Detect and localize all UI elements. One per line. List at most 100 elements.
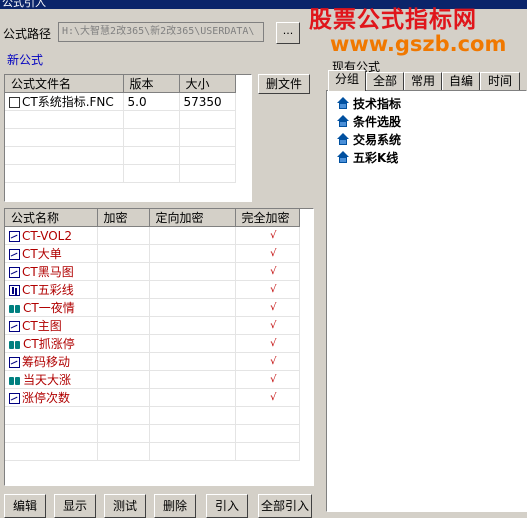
table-row[interactable]: CT系统指标.FNC 5.0 57350 (5, 92, 236, 111)
full-encrypt-check[interactable]: √ (235, 316, 300, 335)
path-label: 公式路径 (3, 27, 52, 41)
directed-encrypt-cell[interactable] (149, 262, 236, 281)
formula-name-cell: CT-VOL2 (5, 226, 98, 245)
tab-all[interactable]: 全部 (366, 72, 404, 90)
formula-name-cell: CT五彩线 (5, 280, 98, 299)
formula-name: 当天大涨 (23, 373, 72, 387)
tree-item-label: 五彩K线 (353, 151, 399, 165)
table-row[interactable]: 当天大涨 √ (5, 370, 300, 389)
full-encrypt-check[interactable]: √ (235, 226, 300, 245)
tree-item-stock-select[interactable]: 条件选股 (337, 113, 401, 131)
full-encrypt-check[interactable]: √ (235, 244, 300, 263)
tree-item-technical[interactable]: 技术指标 (337, 95, 401, 113)
directed-encrypt-cell[interactable] (149, 352, 236, 371)
col-directed-encrypt[interactable]: 定向加密 (149, 209, 236, 227)
formula-name-cell: CT黑马图 (5, 262, 98, 281)
full-encrypt-check[interactable]: √ (235, 388, 300, 407)
full-encrypt-check[interactable]: √ (235, 370, 300, 389)
file-name: CT系统指标.FNC (22, 95, 114, 109)
folder-icon (337, 97, 349, 109)
tree-item-label: 条件选股 (353, 115, 402, 129)
directed-encrypt-cell[interactable] (149, 298, 236, 317)
tab-custom[interactable]: 自编 (442, 72, 480, 90)
full-encrypt-check[interactable]: √ (235, 298, 300, 317)
tab-strip: 分组 全部 常用 自编 时间 (326, 70, 527, 91)
folder-icon (337, 115, 349, 127)
encrypt-cell[interactable] (97, 226, 150, 245)
binoculars-icon (9, 339, 21, 350)
new-formula-group-title: 新公式 (5, 51, 46, 68)
formula-name: 涨停次数 (22, 391, 71, 405)
formula-name: CT大单 (22, 247, 62, 261)
chart-icon (9, 357, 20, 368)
directed-encrypt-cell[interactable] (149, 316, 236, 335)
table-row[interactable]: CT-VOL2 √ (5, 226, 300, 245)
import-button[interactable]: 引入 (206, 494, 248, 518)
formula-name-cell: 筹码移动 (5, 352, 98, 371)
full-encrypt-check[interactable]: √ (235, 334, 300, 353)
encrypt-cell[interactable] (97, 316, 150, 335)
tab-common[interactable]: 常用 (404, 72, 442, 90)
browse-button[interactable]: ... (276, 22, 300, 44)
table-row[interactable]: CT主图 √ (5, 316, 300, 335)
import-all-button[interactable]: 全部引入 (258, 494, 312, 518)
encrypt-cell[interactable] (97, 244, 150, 263)
full-encrypt-check[interactable]: √ (235, 262, 300, 281)
formula-name: CT-VOL2 (22, 228, 72, 243)
formula-tree[interactable]: 技术指标 条件选股 交易系统 五彩K线 (326, 90, 527, 512)
tab-time[interactable]: 时间 (480, 72, 520, 90)
table-row[interactable]: CT大单 √ (5, 244, 300, 263)
table-row[interactable]: CT五彩线 √ (5, 280, 300, 299)
watermark-url: www.gszb.com (330, 32, 507, 56)
directed-encrypt-cell[interactable] (149, 370, 236, 389)
file-size: 57350 (179, 92, 236, 111)
tree-item-label: 交易系统 (353, 133, 402, 147)
show-button[interactable]: 显示 (54, 494, 96, 518)
encrypt-cell[interactable] (97, 370, 150, 389)
tree-item-trading-system[interactable]: 交易系统 (337, 131, 401, 149)
col-version[interactable]: 版本 (123, 75, 180, 93)
full-encrypt-check[interactable]: √ (235, 352, 300, 371)
encrypt-cell[interactable] (97, 298, 150, 317)
col-encrypt[interactable]: 加密 (97, 209, 150, 227)
file-list[interactable]: 公式文件名 版本 大小 CT系统指标.FNC 5.0 57350 (4, 74, 252, 202)
chart-icon (9, 230, 20, 242)
formula-name: 筹码移动 (22, 355, 71, 369)
tab-group[interactable]: 分组 (328, 70, 366, 91)
formula-name-cell: CT大单 (5, 244, 98, 263)
table-row[interactable]: CT一夜情 √ (5, 298, 300, 317)
table-row[interactable]: 筹码移动 √ (5, 352, 300, 371)
path-input[interactable]: H:\大智慧2改365\新2改365\USERDATA\ (58, 22, 264, 42)
directed-encrypt-cell[interactable] (149, 226, 236, 245)
edit-button[interactable]: 编辑 (4, 494, 46, 518)
tree-item-color-kline[interactable]: 五彩K线 (337, 149, 398, 167)
encrypt-cell[interactable] (97, 334, 150, 353)
col-formula-name[interactable]: 公式名称 (5, 209, 98, 227)
watermark-title: 股票公式指标网 (309, 7, 477, 33)
directed-encrypt-cell[interactable] (149, 334, 236, 353)
formula-name: CT一夜情 (23, 301, 75, 315)
table-row[interactable]: CT抓涨停 √ (5, 334, 300, 353)
encrypt-cell[interactable] (97, 352, 150, 371)
table-row[interactable]: 涨停次数 √ (5, 388, 300, 407)
delete-file-button[interactable]: 删文件 (258, 74, 310, 94)
file-list-header: 公式文件名 版本 大小 (5, 75, 236, 93)
delete-button[interactable]: 删除 (154, 494, 196, 518)
table-row[interactable]: CT黑马图 √ (5, 262, 300, 281)
encrypt-cell[interactable] (97, 262, 150, 281)
formula-name-cell: CT一夜情 (5, 298, 98, 317)
encrypt-cell[interactable] (97, 388, 150, 407)
encrypt-cell[interactable] (97, 280, 150, 299)
test-button[interactable]: 测试 (104, 494, 146, 518)
folder-icon (337, 151, 349, 163)
document-icon (9, 97, 20, 108)
formula-list[interactable]: 公式名称 加密 定向加密 完全加密 CT-VOL2 √ CT大单 √ CT黑马图 √ CT五… (4, 208, 314, 486)
formula-name: CT五彩线 (22, 283, 74, 297)
col-file-name[interactable]: 公式文件名 (5, 75, 124, 93)
col-full-encrypt[interactable]: 完全加密 (235, 209, 300, 227)
col-size[interactable]: 大小 (179, 75, 236, 93)
directed-encrypt-cell[interactable] (149, 244, 236, 263)
directed-encrypt-cell[interactable] (149, 280, 236, 299)
full-encrypt-check[interactable]: √ (235, 280, 300, 299)
directed-encrypt-cell[interactable] (149, 388, 236, 407)
